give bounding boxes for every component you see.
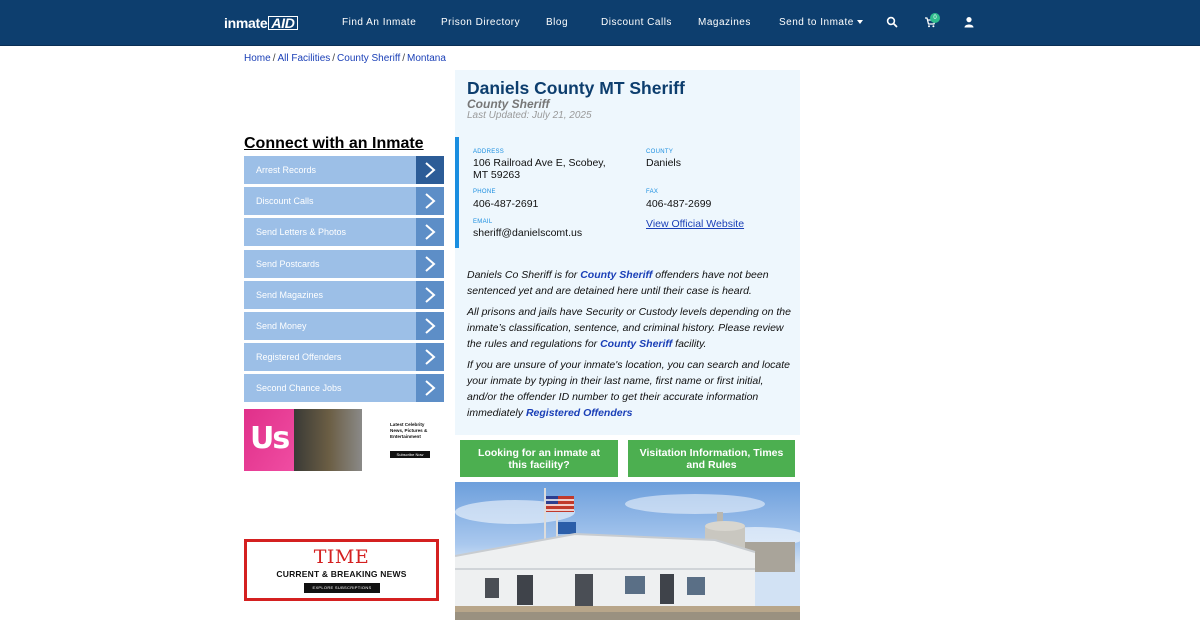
time-logo: TIME xyxy=(313,546,370,568)
nav-find-an-inmate[interactable]: Find An Inmate xyxy=(342,17,416,28)
nav-send-to-inmate[interactable]: Send to Inmate xyxy=(779,17,863,28)
county-value: Daniels xyxy=(646,157,682,169)
ad-tagline: Latest Celebrity News, Pictures & Entert… xyxy=(390,422,428,439)
breadcrumb-county-sheriff[interactable]: County Sheriff xyxy=(337,53,400,64)
facility-building-image xyxy=(455,488,800,620)
county-sheriff-link[interactable]: County Sheriff xyxy=(580,269,652,281)
info-accent-bar xyxy=(455,137,459,248)
top-navbar: inmate AID Find An Inmate Prison Director… xyxy=(0,0,1200,46)
description-text: Daniels Co Sheriff is for xyxy=(467,269,581,281)
search-icon[interactable] xyxy=(886,16,898,28)
email-label: EMAIL xyxy=(473,219,493,225)
description-paragraph-3: If you are unsure of your inmate's locat… xyxy=(467,357,792,421)
sidebar-item-send-magazines[interactable]: Send Magazines xyxy=(244,280,444,309)
email-value: sheriff@danielscomt.us xyxy=(473,227,583,239)
official-website-link[interactable]: View Official Website xyxy=(646,218,744,230)
sidebar-item-second-chance-jobs[interactable]: Second Chance Jobs xyxy=(244,374,444,403)
time-explore-button[interactable]: EXPLORE SUBSCRIPTIONS xyxy=(304,583,380,593)
sidebar-item-send-letters-photos[interactable]: Send Letters & Photos xyxy=(244,218,444,247)
visitation-info-button[interactable]: Visitation Information, Times and Rules xyxy=(628,440,795,477)
breadcrumb-separator: / xyxy=(272,53,276,64)
registered-offenders-link[interactable]: Registered Offenders xyxy=(526,407,633,419)
us-weekly-ad[interactable]: Us Latest Celebrity News, Pictures & Ent… xyxy=(244,409,432,471)
sidebar-item-label: Send Postcards xyxy=(256,258,320,269)
description-text: facility. xyxy=(672,338,707,350)
find-inmate-button[interactable]: Looking for an inmate at this facility? xyxy=(460,440,618,477)
nav-prison-directory[interactable]: Prison Directory xyxy=(441,17,520,28)
address-line2: MT 59263 xyxy=(473,169,521,181)
time-ad[interactable]: TIME CURRENT & BREAKING NEWS EXPLORE SUB… xyxy=(244,539,439,601)
connect-with-inmate-heading: Connect with an Inmate xyxy=(244,135,424,152)
sidebar-item-label: Send Money xyxy=(256,320,307,331)
sidebar-item-label: Send Magazines xyxy=(256,289,324,300)
cart-count-badge: 0 xyxy=(930,13,940,23)
sidebar-item-registered-offenders[interactable]: Registered Offenders xyxy=(244,343,444,372)
nav-discount-calls[interactable]: Discount Calls xyxy=(601,17,672,28)
breadcrumb: Home / All Facilities / County Sheriff / Monta… xyxy=(244,53,446,64)
description-paragraph-2: All prisons and jails have Security or C… xyxy=(467,304,792,352)
county-label: COUNTY xyxy=(646,149,674,155)
logo-text: inmate xyxy=(224,15,268,31)
user-icon[interactable] xyxy=(963,16,975,28)
chevron-down-icon xyxy=(856,20,863,24)
sidebar-item-send-postcards[interactable]: Send Postcards xyxy=(244,249,444,278)
sidebar-item-discount-calls[interactable]: Discount Calls xyxy=(244,187,444,216)
phone-label: PHONE xyxy=(473,189,496,195)
nav-blog[interactable]: Blog xyxy=(546,17,568,28)
facility-photo xyxy=(455,482,800,620)
address-line1: 106 Railroad Ave E, Scobey, xyxy=(473,157,606,169)
last-updated: Last Updated: July 21, 2025 xyxy=(467,110,592,121)
chevron-right-icon xyxy=(416,218,444,247)
breadcrumb-montana[interactable]: Montana xyxy=(407,53,446,64)
nav-send-to-inmate-label: Send to Inmate xyxy=(779,17,854,28)
breadcrumb-all-facilities[interactable]: All Facilities xyxy=(277,53,330,64)
site-logo[interactable]: inmate AID xyxy=(224,15,298,31)
breadcrumb-separator: / xyxy=(402,53,406,64)
sidebar-item-label: Arrest Records xyxy=(256,165,317,175)
fax-label: FAX xyxy=(646,189,659,195)
chevron-right-icon xyxy=(416,187,444,216)
chevron-right-icon xyxy=(416,343,444,372)
sidebar-item-label: Send Letters & Photos xyxy=(256,227,347,238)
ad-white-panel xyxy=(362,409,432,471)
time-ad-subtitle: CURRENT & BREAKING NEWS xyxy=(276,569,407,579)
chevron-right-icon xyxy=(416,374,444,403)
breadcrumb-home[interactable]: Home xyxy=(244,53,271,64)
chevron-right-icon xyxy=(416,156,444,184)
chevron-right-icon xyxy=(416,311,444,340)
page-title: Daniels County MT Sheriff xyxy=(467,78,685,98)
address-label: ADDRESS xyxy=(473,149,505,155)
county-sheriff-link[interactable]: County Sheriff xyxy=(600,338,672,350)
nav-magazines[interactable]: Magazines xyxy=(698,17,751,28)
logo-box-text: AID xyxy=(268,16,298,30)
sidebar-item-label: Registered Offenders xyxy=(256,352,342,363)
chevron-right-icon xyxy=(416,280,444,309)
fax-value: 406-487-2699 xyxy=(646,198,712,210)
sidebar-item-send-money[interactable]: Send Money xyxy=(244,311,444,340)
connect-menu: Arrest Records Discount Calls Send Lette… xyxy=(244,156,444,406)
description-paragraph-1: Daniels Co Sheriff is for County Sheriff… xyxy=(467,267,792,299)
sidebar-item-label: Discount Calls xyxy=(256,196,314,207)
sidebar-item-label: Second Chance Jobs xyxy=(256,383,342,394)
sidebar-item-arrest-records[interactable]: Arrest Records xyxy=(244,156,444,184)
us-logo: Us xyxy=(250,421,290,456)
breadcrumb-separator: / xyxy=(332,53,336,64)
facility-type: County Sheriff xyxy=(467,97,550,111)
phone-value: 406-487-2691 xyxy=(473,198,539,210)
ad-photo xyxy=(294,409,364,471)
ad-subscribe-button[interactable]: Subscribe Now xyxy=(390,451,430,458)
chevron-right-icon xyxy=(416,249,444,278)
